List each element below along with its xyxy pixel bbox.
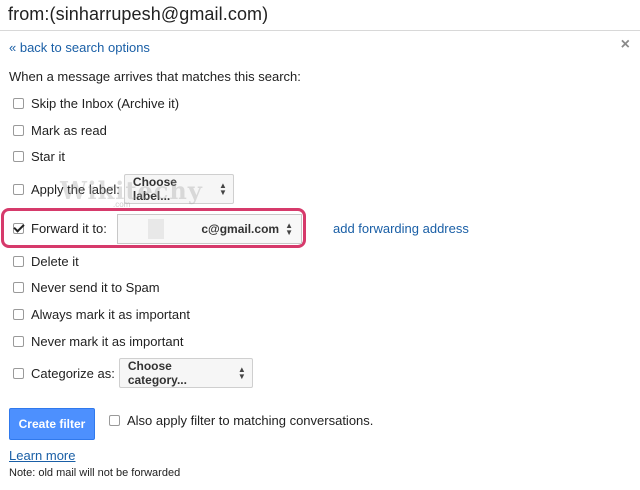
categorize-checkbox[interactable]	[13, 367, 24, 379]
choose-category-value: Choose category...	[127, 359, 187, 387]
star-checkbox[interactable]	[13, 150, 24, 162]
select-arrows-icon: ▲ ▼	[237, 365, 246, 381]
also-apply-label: Also apply filter to matching conversati…	[127, 412, 374, 428]
create-filter-button[interactable]: Create filter	[9, 408, 95, 440]
choose-label-value: Choose label...	[132, 175, 177, 203]
apply-label-checkbox[interactable]	[13, 183, 24, 195]
option-forward[interactable]: Forward it to:	[13, 218, 107, 238]
option-mark-read[interactable]: Mark as read	[13, 120, 107, 140]
always-important-checkbox[interactable]	[13, 308, 24, 320]
option-delete[interactable]: Delete it	[13, 251, 79, 271]
never-important-checkbox[interactable]	[13, 335, 24, 347]
always-important-label: Always mark it as important	[31, 306, 190, 322]
filter-page: from:(sinharrupesh@gmail.com) « back to …	[0, 0, 640, 490]
apply-label-label: Apply the label:	[31, 181, 120, 197]
mark-read-label: Mark as read	[31, 122, 107, 138]
option-always-important[interactable]: Always mark it as important	[13, 304, 190, 324]
option-also-apply[interactable]: Also apply filter to matching conversati…	[109, 412, 373, 428]
learn-more-link[interactable]: Learn more	[9, 448, 75, 463]
star-label: Star it	[31, 148, 65, 164]
select-arrows-icon: ▲ ▼	[218, 181, 227, 197]
forward-label: Forward it to:	[31, 220, 107, 236]
forward-checkbox[interactable]	[13, 222, 24, 234]
option-never-important[interactable]: Never mark it as important	[13, 331, 183, 351]
also-apply-checkbox[interactable]	[109, 414, 120, 426]
forwarding-note: Note: old mail will not be forwarded	[9, 467, 181, 479]
select-arrows-icon: ▲ ▼	[285, 221, 293, 237]
delete-label: Delete it	[31, 253, 79, 269]
search-header[interactable]: from:(sinharrupesh@gmail.com)	[0, 0, 640, 31]
never-important-label: Never mark it as important	[31, 333, 184, 349]
close-icon[interactable]: ×	[621, 36, 630, 54]
option-never-spam[interactable]: Never send it to Spam	[13, 277, 160, 297]
option-star[interactable]: Star it	[13, 146, 65, 166]
categorize-label: Categorize as:	[31, 365, 115, 381]
option-categorize[interactable]: Categorize as: Choose category... ▲ ▼	[13, 358, 253, 388]
mark-read-checkbox[interactable]	[13, 124, 24, 136]
filter-intro-text: When a message arrives that matches this…	[9, 69, 301, 84]
redacted-address-block	[148, 219, 164, 239]
forward-address-select[interactable]: c@gmail.com ▲ ▼	[117, 214, 302, 244]
delete-checkbox[interactable]	[13, 255, 24, 267]
search-query[interactable]: from:(sinharrupesh@gmail.com)	[8, 4, 268, 25]
never-spam-checkbox[interactable]	[13, 281, 24, 293]
forward-address-value: c@gmail.com	[201, 222, 280, 236]
add-forwarding-address-link[interactable]: add forwarding address	[333, 221, 469, 236]
choose-label-select[interactable]: Choose label... ▲ ▼	[123, 174, 234, 204]
option-apply-label[interactable]: Apply the label: Choose label... ▲ ▼	[13, 173, 234, 205]
skip-inbox-checkbox[interactable]	[13, 97, 24, 109]
skip-inbox-label: Skip the Inbox (Archive it)	[31, 95, 180, 111]
choose-category-select[interactable]: Choose category... ▲ ▼	[118, 358, 253, 388]
back-to-search-options-link[interactable]: « back to search options	[9, 40, 150, 55]
never-spam-label: Never send it to Spam	[31, 279, 160, 295]
option-skip-inbox[interactable]: Skip the Inbox (Archive it)	[13, 93, 179, 113]
